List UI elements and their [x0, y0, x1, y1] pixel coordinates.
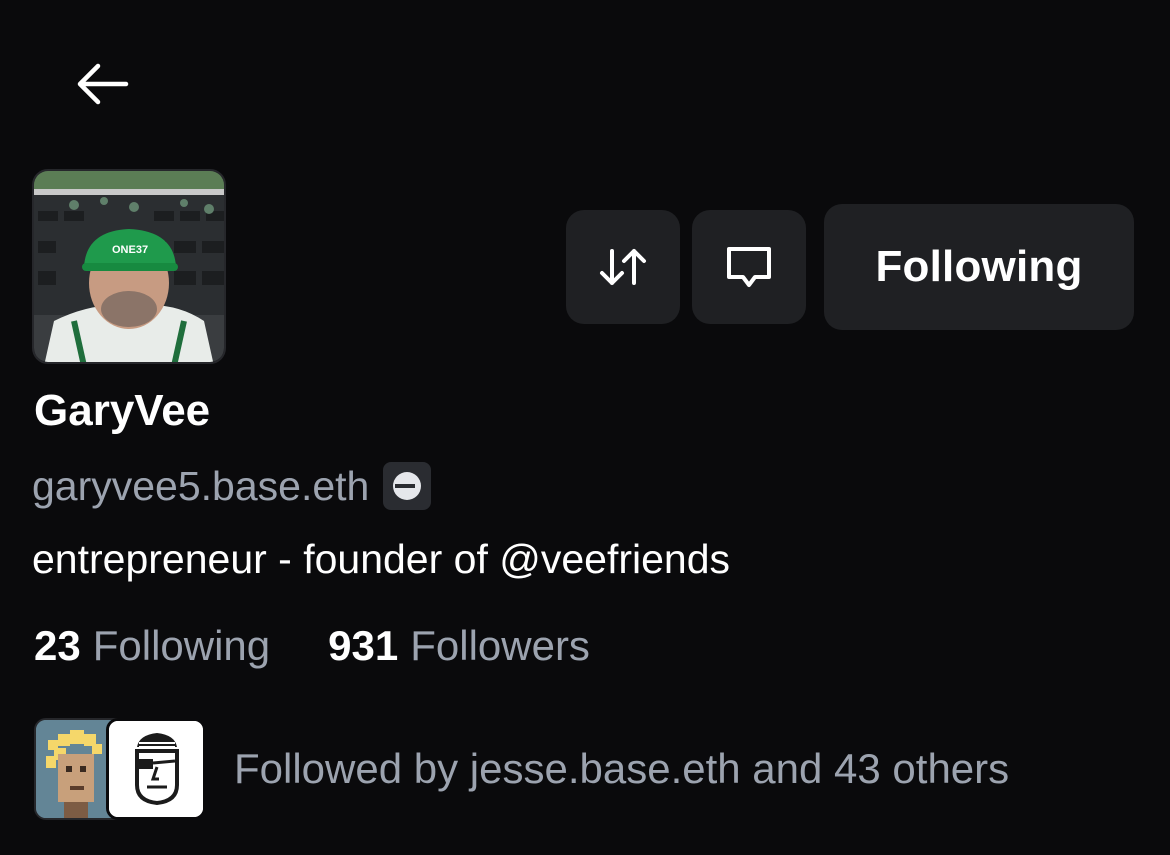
back-button[interactable] — [66, 54, 138, 114]
following-button[interactable]: Following — [824, 204, 1134, 330]
swap-button[interactable] — [566, 210, 680, 324]
profile-avatar[interactable]: ONE37 — [32, 169, 226, 364]
profile-stats: 23 Following 931 Followers — [34, 622, 590, 670]
basename-badge-icon[interactable] — [383, 462, 432, 510]
handle-text: garyvee5.base.eth — [32, 462, 370, 509]
display-name: GaryVee — [34, 386, 211, 435]
following-stat[interactable]: 23 Following — [34, 622, 270, 670]
message-bubble-icon — [727, 247, 771, 287]
mutual-follower-avatars — [34, 718, 208, 820]
followed-by-row[interactable]: Followed by jesse.base.eth and 43 others — [34, 718, 1009, 820]
message-button[interactable] — [692, 210, 806, 324]
following-count: 23 — [34, 622, 81, 669]
handle-row: garyvee5.base.eth — [32, 462, 432, 510]
profile-photo: ONE37 — [34, 171, 224, 362]
profile-bio: entrepreneur - founder of @veefriends — [32, 536, 731, 582]
followers-count: 931 — [328, 622, 399, 669]
following-label: Following — [92, 622, 271, 669]
followers-label: Followers — [410, 622, 590, 669]
back-arrow-icon — [77, 63, 129, 105]
followed-by-text: Followed by jesse.base.eth and 43 others — [234, 745, 1010, 792]
followers-stat[interactable]: 931 Followers — [328, 622, 590, 670]
pirate-avatar-icon — [109, 721, 203, 817]
mutual-avatar-pirate — [106, 718, 206, 820]
swap-arrows-icon — [600, 249, 646, 285]
svg-text:ONE37: ONE37 — [112, 244, 148, 256]
